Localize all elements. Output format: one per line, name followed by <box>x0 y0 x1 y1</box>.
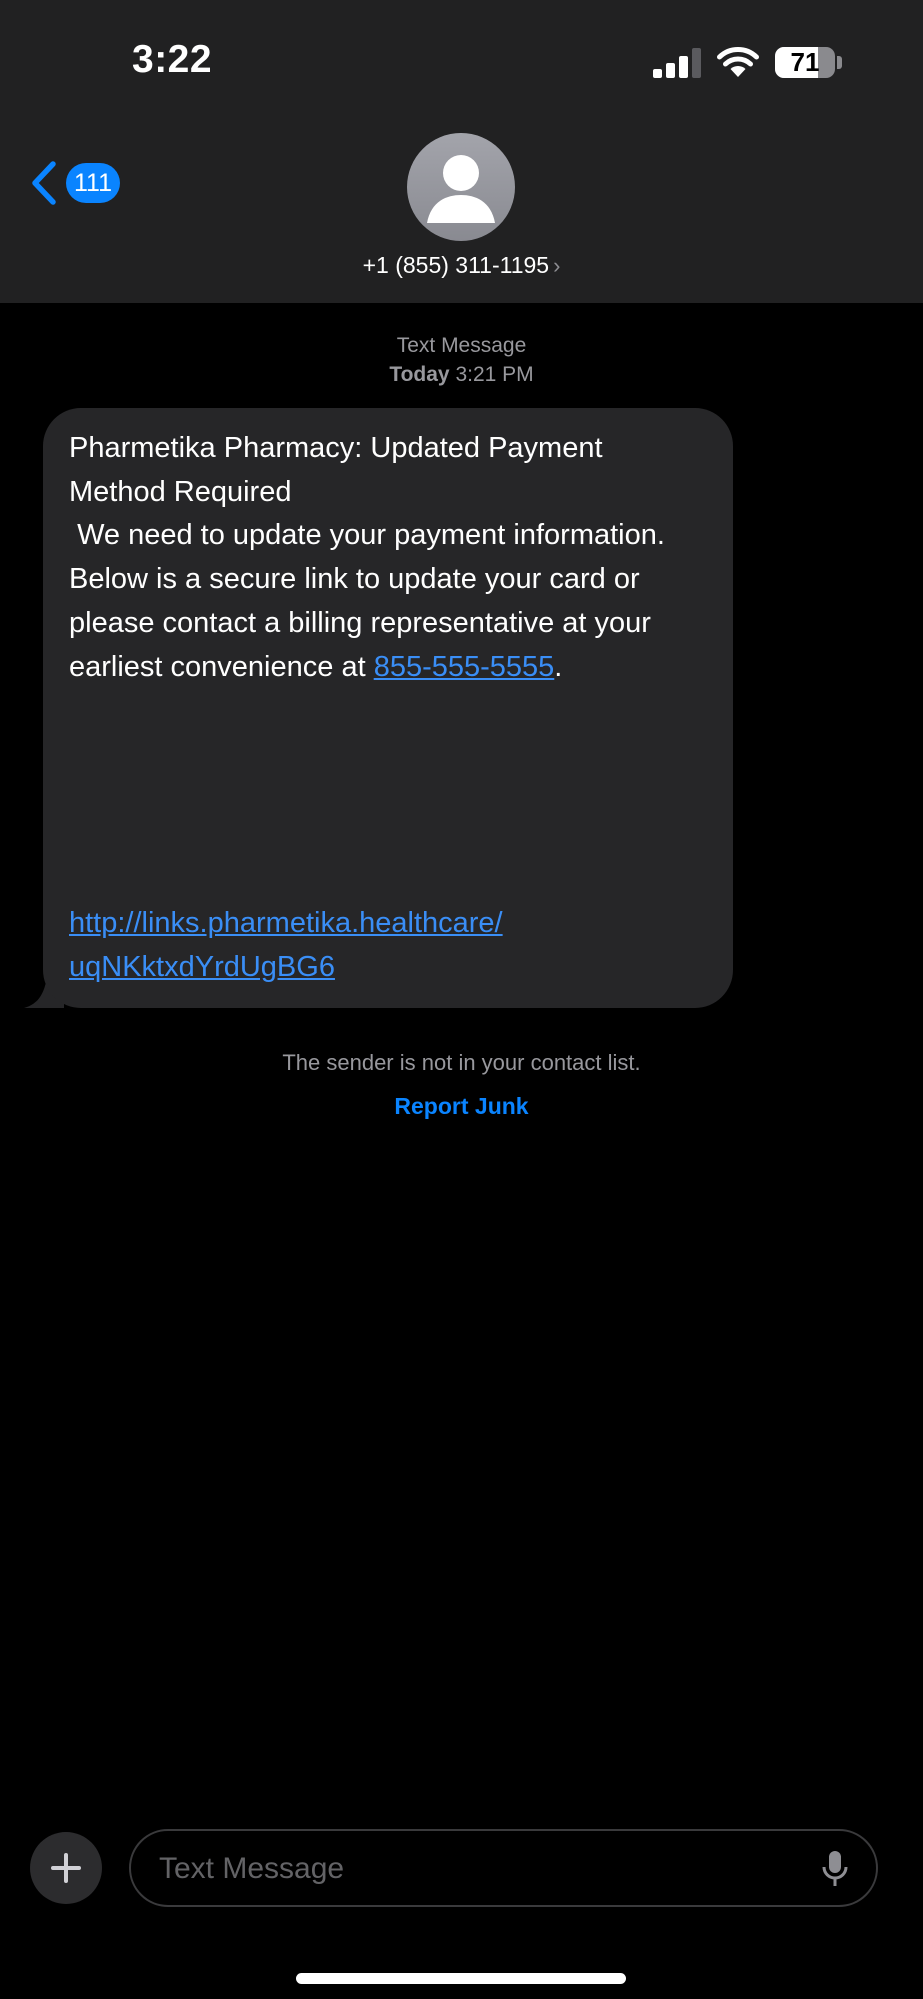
url-link-line-1[interactable]: http://links.pharmetika.healthcare/ <box>69 902 707 946</box>
back-button[interactable]: 111 <box>30 158 140 210</box>
contact-name-button[interactable]: +1 (855) 311-1195 › <box>0 252 923 279</box>
person-icon <box>427 155 495 223</box>
battery-icon: 71 <box>775 47 835 78</box>
apps-plus-button[interactable] <box>30 1832 102 1904</box>
message-body: Pharmetika Pharmacy: Updated Payment Met… <box>69 432 665 683</box>
message-input[interactable] <box>157 1831 801 1907</box>
plus-icon <box>51 1853 81 1883</box>
service-label: Text Message <box>396 334 527 357</box>
microphone-icon[interactable] <box>822 1849 848 1889</box>
battery-percentage: 71 <box>790 47 820 77</box>
message-composer[interactable] <box>129 1829 878 1907</box>
unread-count-badge: 111 <box>66 163 121 203</box>
report-junk-link[interactable]: Report Junk <box>0 1093 923 1120</box>
message-text: Pharmetika Pharmacy: Updated Payment Met… <box>69 427 707 689</box>
wifi-icon <box>717 46 759 77</box>
back-chevron-icon <box>32 161 56 205</box>
url-link[interactable]: http://links.pharmetika.healthcare/ uqNK… <box>69 902 707 989</box>
phone-link[interactable]: 855-555-5555 <box>374 651 555 683</box>
url-link-line-2[interactable]: uqNKktxdYrdUgBG6 <box>69 946 707 990</box>
signal-icon <box>653 48 701 78</box>
date-label: Today <box>389 363 450 386</box>
conversation-header: 3:22 71 111 +1 (855) 311-1195 › <box>0 0 923 303</box>
date-time-label: Today 3:21 PM <box>0 360 923 389</box>
contact-avatar[interactable] <box>407 133 515 241</box>
chevron-right-icon: › <box>553 253 561 278</box>
home-indicator[interactable] <box>296 1973 626 1984</box>
contact-number: +1 (855) 311-1195 <box>362 252 550 278</box>
status-bar: 3:22 71 <box>0 0 923 120</box>
message-period: . <box>554 650 563 683</box>
unknown-sender-notice: The sender is not in your contact list. <box>282 1050 641 1075</box>
time-label: 3:21 PM <box>455 363 534 386</box>
status-time: 3:22 <box>132 38 213 81</box>
message-timestamp-header: Text Message Today 3:21 PM <box>0 331 923 389</box>
message-bubble[interactable]: Pharmetika Pharmacy: Updated Payment Met… <box>43 408 733 1008</box>
battery-cap <box>837 56 842 69</box>
